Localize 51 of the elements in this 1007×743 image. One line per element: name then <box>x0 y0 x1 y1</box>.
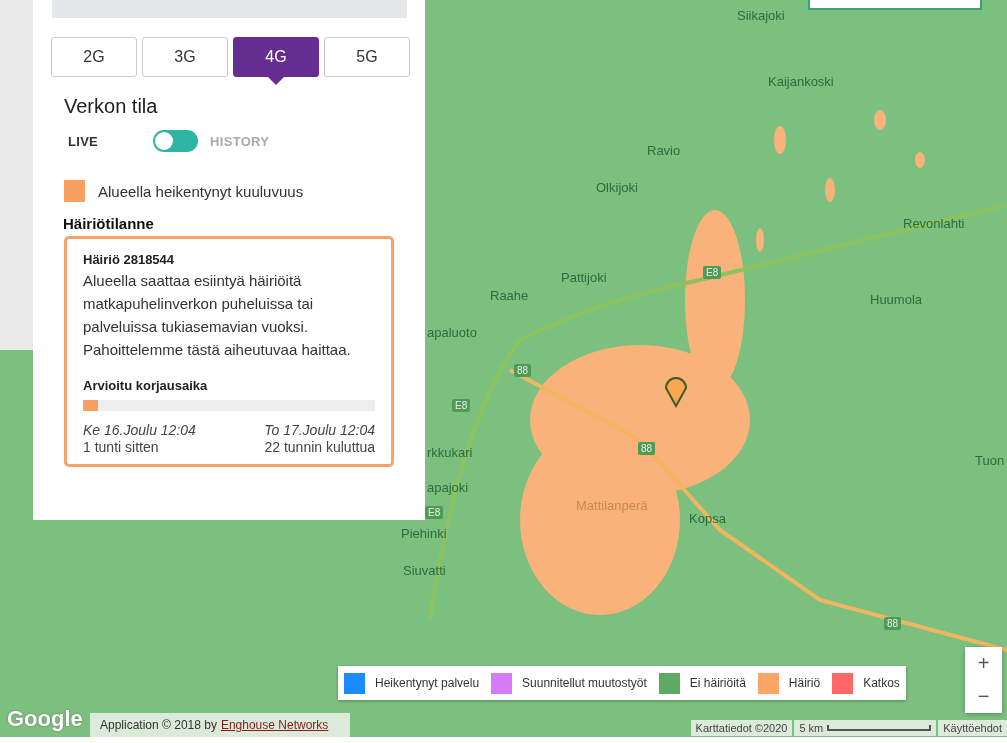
road-number-label: E8 <box>452 399 471 412</box>
section-title: Verkon tila <box>64 95 159 118</box>
location-pin-icon[interactable] <box>665 377 687 407</box>
road-number-label: 88 <box>884 617 902 630</box>
road-number-label: E8 <box>703 266 722 279</box>
credit-text: Application © 2018 by <box>100 718 217 732</box>
tab-pointer-icon <box>268 77 284 85</box>
legend-label: Alueella heikentynyt kuuluvuus <box>98 182 304 200</box>
start-relative-time: 1 tunti sitten <box>83 439 160 456</box>
road-number-label: E8 <box>425 506 444 519</box>
place-label: rkkukari <box>427 445 473 460</box>
legend-label: Heikentynyt palvelu <box>375 676 480 690</box>
place-label: Kaijankoski <box>768 74 834 89</box>
end-relative-time: 22 tunnin kuluttua <box>264 439 375 456</box>
place-label: Ravio <box>647 143 681 158</box>
credit-link[interactable]: Enghouse Networks <box>220 718 329 732</box>
place-label: apaluoto <box>427 325 477 340</box>
place-label: Piehinki <box>401 526 447 541</box>
legend-label: Suunnitellut muutostyöt <box>522 676 647 690</box>
network-tab[interactable]: 5G <box>324 37 410 77</box>
incident-title: Häiriö 2818544 <box>83 252 176 267</box>
legend-label: Ei häiriöitä <box>689 676 746 690</box>
legend-label: Häiriö <box>788 676 821 690</box>
network-tab[interactable]: 2G <box>51 37 137 77</box>
mode-switch[interactable] <box>153 130 199 152</box>
road-number-label: 88 <box>514 364 532 377</box>
incident-description: Alueella saattaa esiintyä häiriöitä matkapuhelinverkon puheluissa tai palveluissa tukiasemavian vuoksi. Pahoittelemme tästä aiheutuvaa haittaa. <box>83 271 352 360</box>
place-label: Revonlahti <box>903 216 965 231</box>
section-heading: Häiriötilanne <box>63 215 155 232</box>
place-label: Pattijoki <box>561 270 607 285</box>
toggle-label: LIVE <box>68 133 99 149</box>
end-time: To 17.Joulu 12:04 <box>264 422 375 439</box>
network-tab[interactable]: 4G <box>233 37 319 77</box>
zoom-out-button[interactable]: − <box>965 680 1002 713</box>
legend-label: Katkos <box>863 676 900 690</box>
map-data-credit[interactable]: Karttatiedot ©2020 <box>690 720 793 736</box>
terms-link[interactable]: Käyttöehdot <box>938 720 1007 736</box>
place-label: Olkijoki <box>596 180 638 195</box>
place-label: Huumola <box>870 292 923 307</box>
network-tab[interactable]: 3G <box>142 37 228 77</box>
start-time: Ke 16.Joulu 12:04 <box>83 422 196 439</box>
road-number-label: 88 <box>638 442 656 455</box>
place-label: apajoki <box>427 480 469 495</box>
repair-time-label: Arvioitu korjausaika <box>83 378 209 393</box>
toggle-label: HISTORY <box>210 133 270 149</box>
scale-bar[interactable]: 5 km <box>794 720 937 736</box>
zoom-in-button[interactable]: + <box>965 647 1002 680</box>
place-label: Siikajoki <box>737 8 785 23</box>
place-label: Siuvatti <box>403 563 446 578</box>
place-label: Tuon <box>975 453 1005 468</box>
place-label: Raahe <box>490 288 529 303</box>
